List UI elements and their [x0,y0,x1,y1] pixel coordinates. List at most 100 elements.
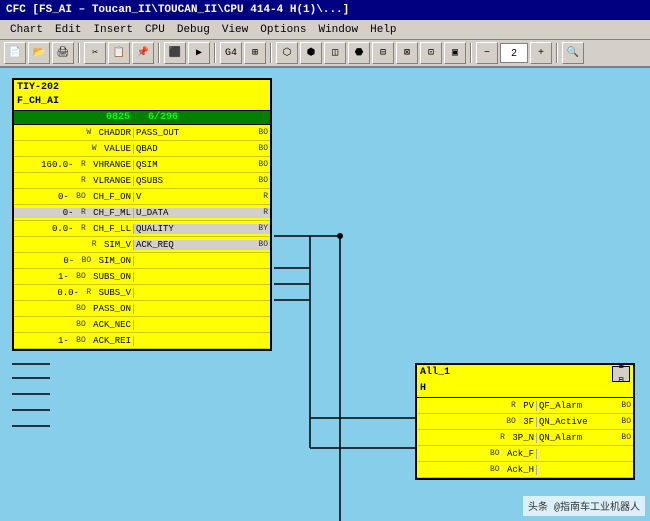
pin-row-sim-on: 0- BO SIM_ON [14,253,270,269]
all1-pin-left-pv: R PV [417,401,537,411]
toolbar-zoom-out[interactable]: − [476,42,498,64]
menu-view[interactable]: View [216,23,254,37]
all1-pin-row-ack-f: BO Ack_F [417,446,633,462]
pin-row-sim-v: R SIM_V ACK_REQBO [14,237,270,253]
all1-pin-left-ack-h: BO Ack_H [417,465,537,475]
menu-edit[interactable]: Edit [49,23,87,37]
toolbar-btn15[interactable]: ⊡ [420,42,442,64]
all1-pin-left-ack-f: BO Ack_F [417,449,537,459]
block-all1-icon: ⊞⊟ [612,366,630,382]
pin-left-ack-nec: BO ACK_NEC [14,320,134,330]
pin-row-vhrange: 160.0- R VHRANGE QSIMBO [14,157,270,173]
pin-left-subs-on: 1- BO SUBS_ON [14,272,134,282]
pin-left-sim-v: R SIM_V [14,240,134,250]
all1-pin-left-3f: BO 3F [417,417,537,427]
toolbar-zoom-input[interactable] [500,43,528,63]
all1-pin-row-3p-n: R 3P_N QN_AlarmBO [417,430,633,446]
pin-left-pass-on: BO PASS_ON [14,304,134,314]
toolbar-sep3 [214,43,216,63]
all1-pin-right-qn-active: QN_ActiveBO [537,417,633,427]
pin-row-chaddr: W CHADDR PASS_OUTBO [14,125,270,141]
toolbar-btn6[interactable]: ▶ [188,42,210,64]
pin-left-ch-f-ml: 0- R CH_F_ML [14,208,134,218]
menu-debug[interactable]: Debug [171,23,216,37]
pin-right-u-data: U_DATAR [134,208,270,218]
watermark: 头条 @指南车工业机器人 [523,496,645,516]
canvas-area[interactable]: TIY-202 F_CH_AI 0825 6/296 W CHADDR PASS… [0,68,650,521]
toolbar-sep5 [470,43,472,63]
menu-cpu[interactable]: CPU [139,23,171,37]
pin-left-chaddr: W CHADDR [14,128,134,138]
menu-bar: Chart Edit Insert CPU Debug View Options… [0,20,650,40]
pin-row-ch-f-ll: 0.0- R CH_F_LL QUALITYBY [14,221,270,237]
menu-chart[interactable]: Chart [4,23,49,37]
pin-row-pass-on: BO PASS_ON [14,301,270,317]
toolbar-copy[interactable]: 📋 [108,42,130,64]
toolbar: 📄 📂 🖨 ✂ 📋 📌 ⬛ ▶ G4 ⊞ ⬡ ⬢ ◫ ⬣ ⊟ ⊠ ⊡ ▣ − +… [0,40,650,68]
toolbar-btn7[interactable]: G4 [220,42,242,64]
all1-pin-row-pv: R PV QF_AlarmBO [417,398,633,414]
toolbar-btn10[interactable]: ⬢ [300,42,322,64]
pin-right-v: VR [134,192,270,202]
block-title-bar: 0825 6/296 [14,111,270,125]
toolbar-new[interactable]: 📄 [4,42,26,64]
pin-row-subs-on: 1- BO SUBS_ON [14,269,270,285]
toolbar-btn9[interactable]: ⬡ [276,42,298,64]
all1-pin-left-3p-n: R 3P_N [417,433,537,443]
pin-left-ack-rei: 1- BO ACK_REI [14,336,134,346]
pin-row-ack-nec: BO ACK_NEC [14,317,270,333]
pin-left-vhrange: 160.0- R VHRANGE [14,160,134,170]
block-main[interactable]: TIY-202 F_CH_AI 0825 6/296 W CHADDR PASS… [12,78,272,351]
toolbar-sep2 [158,43,160,63]
toolbar-sep6 [556,43,558,63]
pin-row-ack-rei: 1- BO ACK_REI [14,333,270,349]
pin-row-value: W VALUE QBADBO [14,141,270,157]
pin-left-ch-f-on: 0- BO CH_F_ON [14,192,134,202]
toolbar-zoom-in[interactable]: + [530,42,552,64]
menu-window[interactable]: Window [312,23,364,37]
toolbar-open[interactable]: 📂 [28,42,50,64]
pin-right-qsim: QSIMBO [134,160,270,170]
toolbar-btn8[interactable]: ⊞ [244,42,266,64]
toolbar-sep1 [78,43,80,63]
menu-help[interactable]: Help [364,23,402,37]
pin-row-ch-f-ml: 0- R CH_F_ML U_DATAR [14,205,270,221]
menu-insert[interactable]: Insert [87,23,139,37]
pin-left-ch-f-ll: 0.0- R CH_F_LL [14,224,134,234]
toolbar-print[interactable]: 🖨 [52,42,74,64]
toolbar-btn12[interactable]: ⬣ [348,42,370,64]
all1-pin-right-qn-alarm: QN_AlarmBO [537,433,633,443]
pin-right-qbad: QBADBO [134,144,270,154]
block-all1-id: All_1 ⊞⊟ H [417,365,633,398]
block-id: TIY-202 F_CH_AI [14,80,270,111]
toolbar-btn11[interactable]: ◫ [324,42,346,64]
menu-options[interactable]: Options [254,23,312,37]
all1-pin-row-3f: BO 3F QN_ActiveBO [417,414,633,430]
all1-pin-row-ack-h: BO Ack_H [417,462,633,478]
pin-row-ch-f-on: 0- BO CH_F_ON VR [14,189,270,205]
toolbar-search[interactable]: 🔍 [562,42,584,64]
pin-left-vlrange: R VLRANGE [14,176,134,186]
pin-left-subs-v: 0.0- R SUBS_V [14,288,134,298]
toolbar-paste[interactable]: 📌 [132,42,154,64]
toolbar-sep4 [270,43,272,63]
pin-right-quality: QUALITYBY [134,224,270,234]
pin-right-pass-out: PASS_OUTBO [134,128,270,138]
block-all1-pin-rows: R PV QF_AlarmBO BO 3F QN_ActiveBO R 3P_N [417,398,633,478]
title-bar: CFC [FS_AI – Toucan_II\TOUCAN_II\CPU 414… [0,0,650,20]
pin-left-value: W VALUE [14,144,134,154]
toolbar-btn13[interactable]: ⊟ [372,42,394,64]
pin-row-vlrange: R VLRANGE QSUBSBO [14,173,270,189]
toolbar-btn5[interactable]: ⬛ [164,42,186,64]
toolbar-cut[interactable]: ✂ [84,42,106,64]
pin-left-sim-on: 0- BO SIM_ON [14,256,134,266]
title-text: CFC [FS_AI – Toucan_II\TOUCAN_II\CPU 414… [6,4,349,16]
all1-pin-right-qf-alarm: QF_AlarmBO [537,401,633,411]
block-all1[interactable]: All_1 ⊞⊟ H R PV QF_AlarmBO BO 3F QN_Acti… [415,363,635,480]
pin-right-ack-req: ACK_REQBO [134,240,270,250]
block-pin-rows: W CHADDR PASS_OUTBO W VALUE QBADBO 160.0… [14,125,270,349]
pin-right-qsubs: QSUBSBO [134,176,270,186]
toolbar-btn14[interactable]: ⊠ [396,42,418,64]
pin-row-subs-v: 0.0- R SUBS_V [14,285,270,301]
toolbar-btn16[interactable]: ▣ [444,42,466,64]
